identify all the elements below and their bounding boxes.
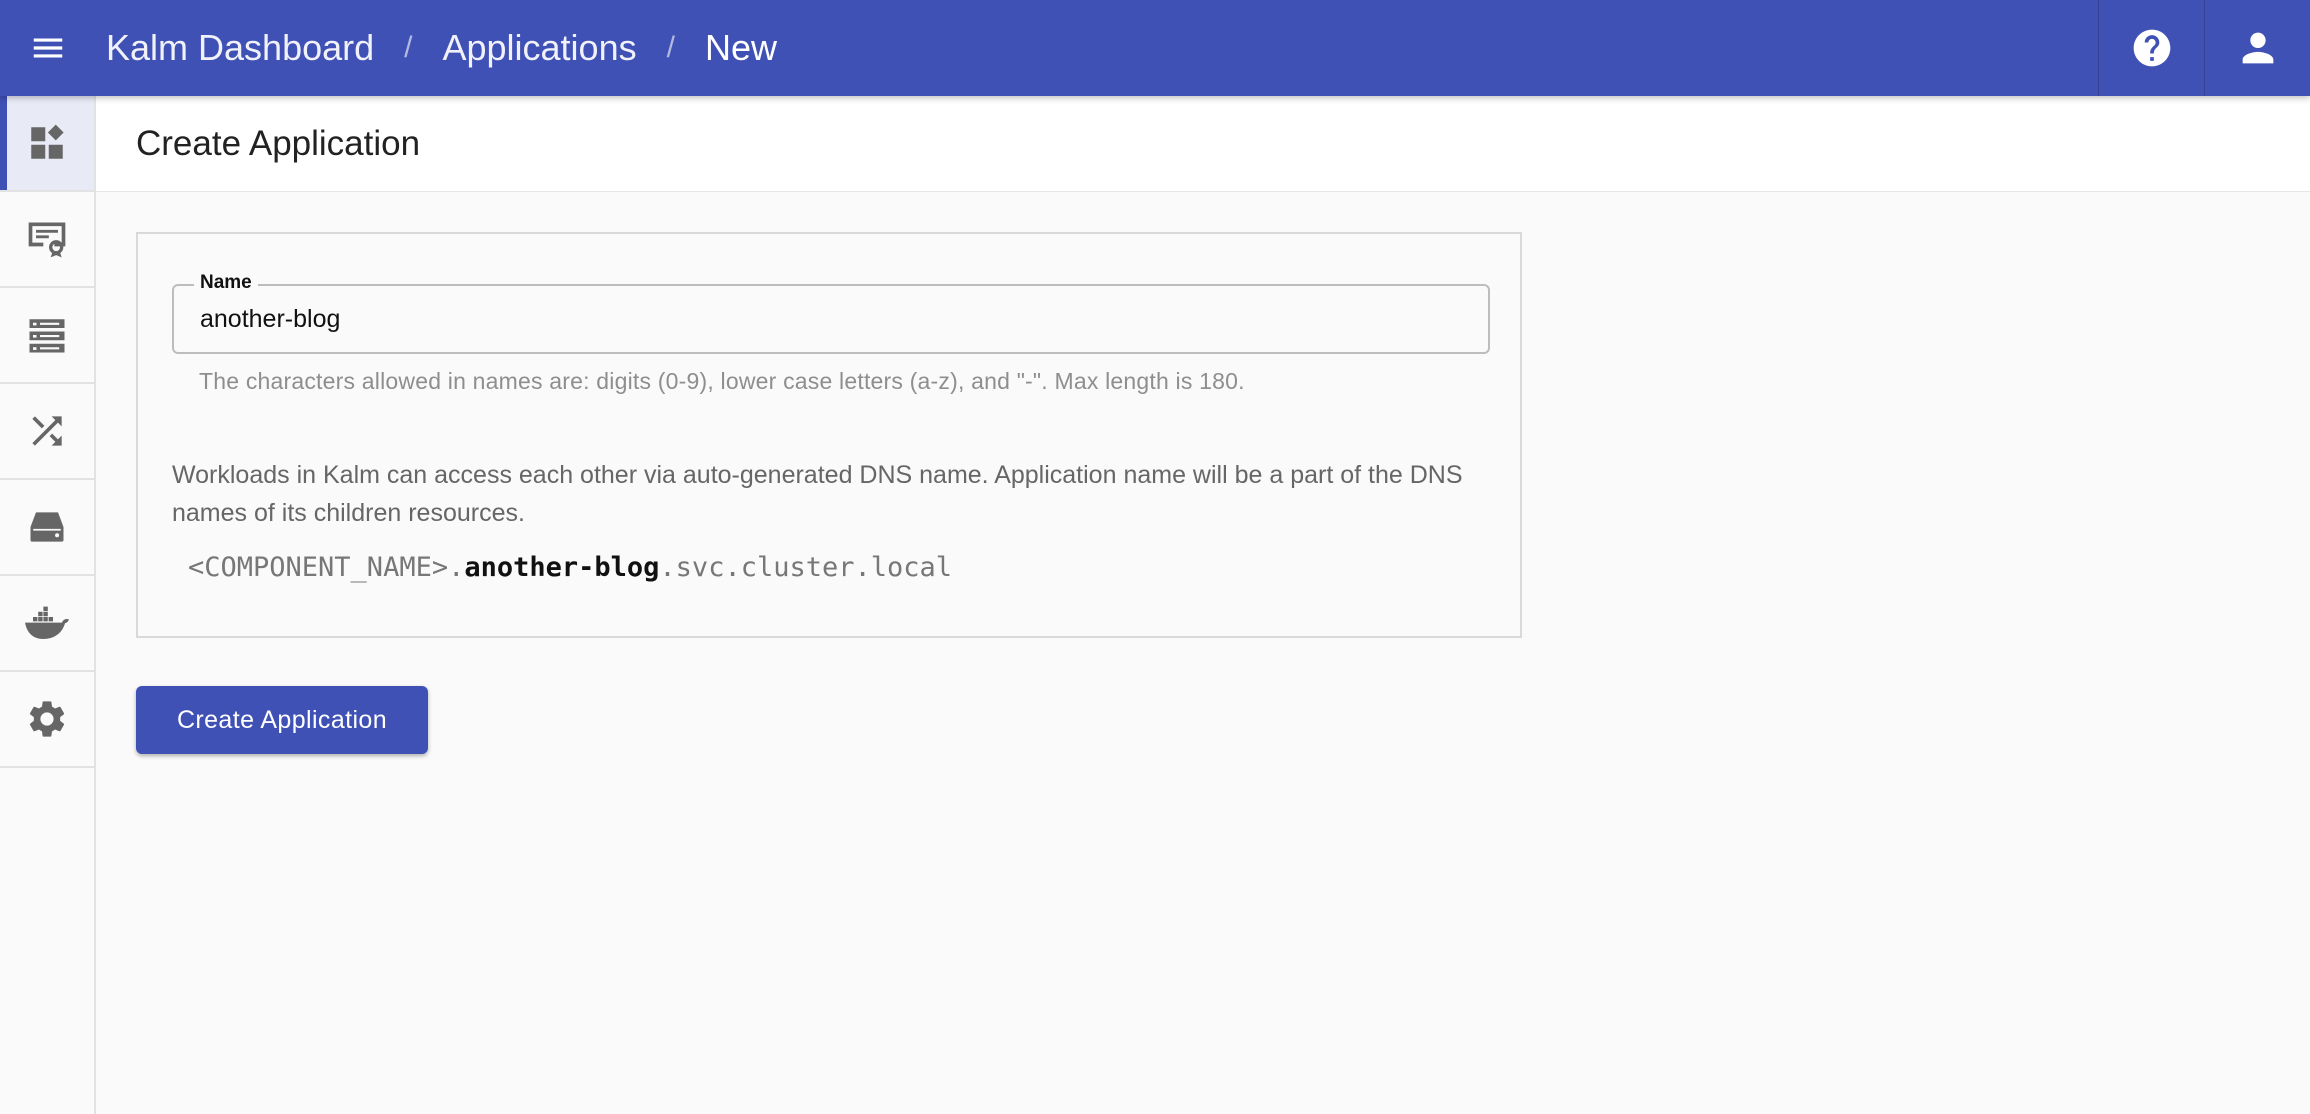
appbar-actions bbox=[2098, 0, 2310, 96]
sidebar-item-certificates[interactable] bbox=[0, 192, 94, 288]
routes-shuffle-icon bbox=[32, 416, 62, 446]
sidebar-item-routes[interactable] bbox=[0, 384, 94, 480]
app-bar: Kalm Dashboard / Applications / New bbox=[0, 0, 2310, 96]
sidebar-item-applications[interactable] bbox=[0, 96, 94, 192]
page-title: Create Application bbox=[136, 123, 421, 163]
menu-button[interactable] bbox=[0, 0, 96, 96]
help-circle-icon bbox=[2133, 29, 2170, 67]
dns-description: Workloads in Kalm can access each other … bbox=[172, 461, 1463, 527]
dns-prefix: <COMPONENT_NAME>. bbox=[188, 552, 465, 583]
help-button[interactable] bbox=[2098, 0, 2204, 96]
application-form: Name The characters allowed in names are… bbox=[136, 232, 1522, 638]
account-icon bbox=[2242, 32, 2273, 64]
menu-icon bbox=[33, 38, 63, 58]
sidebar-item-registries[interactable] bbox=[0, 576, 94, 672]
disk-storage-icon bbox=[30, 512, 64, 542]
sidebar-nav bbox=[0, 96, 96, 1114]
breadcrumb-dashboard[interactable]: Kalm Dashboard bbox=[106, 27, 374, 69]
certificate-icon bbox=[28, 222, 66, 258]
dashboard-icon bbox=[31, 124, 64, 159]
docker-registry-icon bbox=[25, 606, 69, 639]
breadcrumb-separator: / bbox=[404, 31, 413, 64]
nodes-icon bbox=[29, 319, 65, 353]
dns-app-name: another-blog bbox=[464, 552, 660, 583]
name-field: Name bbox=[172, 272, 1490, 354]
sidebar-item-settings[interactable] bbox=[0, 672, 94, 768]
breadcrumb-new: New bbox=[704, 27, 777, 68]
dns-suffix: .svc.cluster.local bbox=[659, 552, 953, 583]
breadcrumb-applications[interactable]: Applications bbox=[442, 27, 636, 69]
settings-gear-icon bbox=[29, 701, 65, 737]
breadcrumb: Kalm Dashboard / Applications / New bbox=[106, 27, 777, 69]
dns-preview: <COMPONENT_NAME>.another-blog.svc.cluste… bbox=[188, 552, 952, 583]
sidebar-item-nodes[interactable] bbox=[0, 288, 94, 384]
sidebar-item-disks[interactable] bbox=[0, 480, 94, 576]
name-helper-text: The characters allowed in names are: dig… bbox=[199, 368, 1245, 394]
create-application-button[interactable]: Create Application bbox=[136, 686, 428, 754]
account-button[interactable] bbox=[2204, 0, 2310, 96]
name-input[interactable] bbox=[174, 286, 1488, 352]
breadcrumb-separator: / bbox=[666, 31, 675, 64]
page-header: Create Application bbox=[96, 96, 2310, 192]
